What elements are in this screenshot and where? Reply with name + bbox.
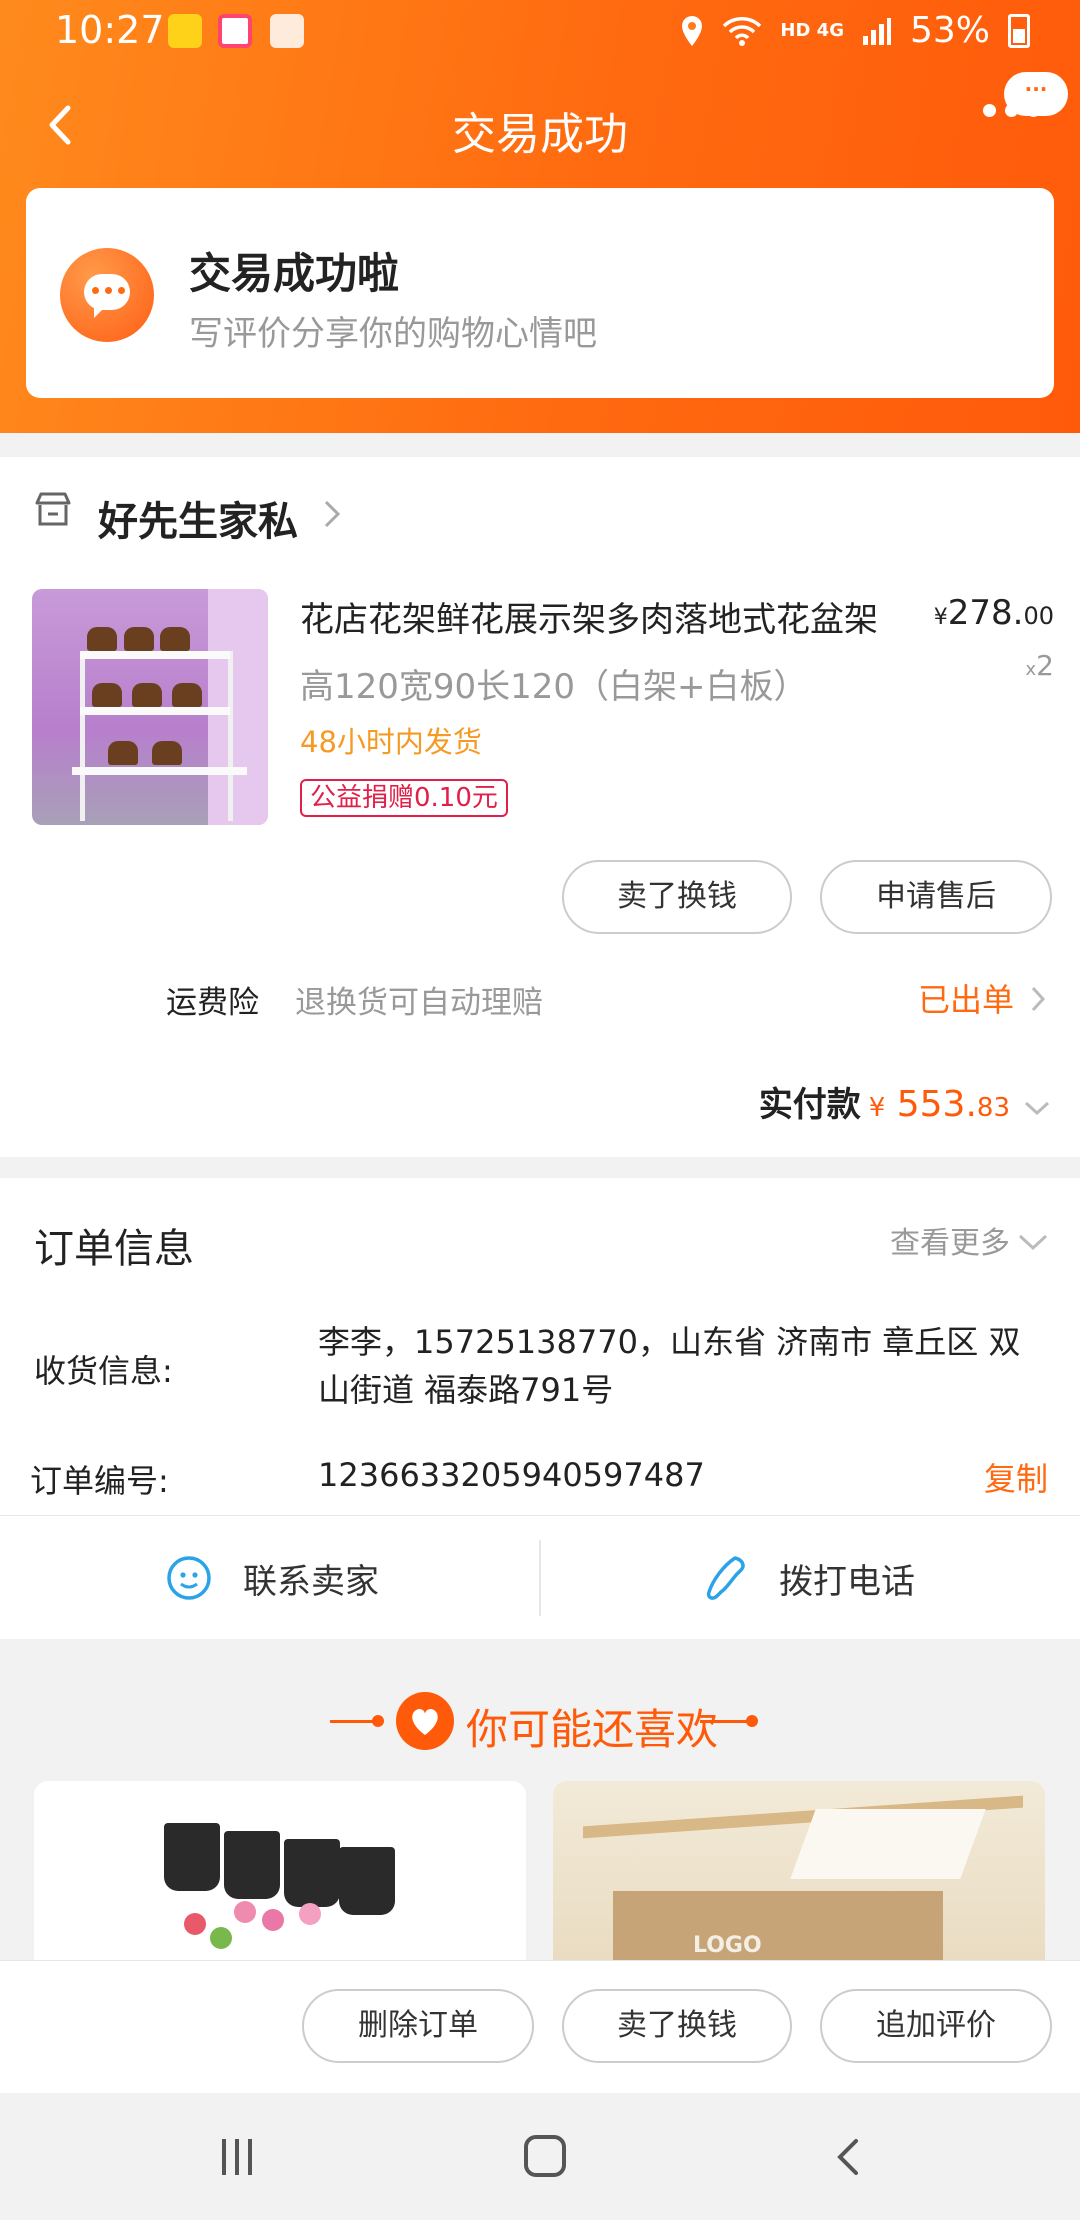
chat-bubble-icon bbox=[60, 248, 154, 342]
after-sale-button[interactable]: 申请售后 bbox=[820, 860, 1052, 934]
chevron-down-icon[interactable] bbox=[1018, 1233, 1048, 1251]
divider bbox=[539, 1540, 541, 1616]
signal-icon bbox=[862, 17, 891, 45]
system-nav-bar bbox=[0, 2093, 1080, 2220]
paid-total-row[interactable]: 实付款 ¥ 553.83 bbox=[759, 1077, 1050, 1126]
chevron-right-icon[interactable] bbox=[323, 499, 341, 529]
status-time: 10:27 bbox=[55, 8, 165, 52]
network-label: HD 4G bbox=[780, 20, 844, 41]
product-spec: 高120宽90长120（白架+白板） bbox=[300, 667, 808, 707]
receiver-info: 李李，15725138770，山东省 济南市 章丘区 双山街道 福泰路791号 bbox=[318, 1323, 1021, 1409]
store-name[interactable]: 好先生家私 bbox=[98, 489, 298, 547]
insurance-desc: 退换货可自动理赔 bbox=[295, 985, 543, 1021]
delete-order-button[interactable]: 删除订单 bbox=[302, 1989, 534, 2063]
contact-bar: 联系卖家 拨打电话 bbox=[0, 1515, 1080, 1639]
success-card[interactable]: 交易成功啦 写评价分享你的购物心情吧 bbox=[26, 188, 1054, 398]
battery-icon bbox=[1008, 13, 1030, 48]
product-quantity: x2 bbox=[1025, 649, 1054, 682]
receiver-label: 收货信息: bbox=[34, 1352, 173, 1390]
sell-for-cash-button[interactable]: 卖了换钱 bbox=[562, 860, 792, 934]
chevron-right-icon[interactable] bbox=[1030, 985, 1046, 1013]
shipping-promise: 48小时内发货 bbox=[300, 725, 482, 759]
contact-seller-label: 联系卖家 bbox=[243, 1561, 379, 1602]
smiley-chat-icon bbox=[167, 1556, 211, 1600]
add-review-button[interactable]: 追加评价 bbox=[820, 1989, 1052, 2063]
product-price: ¥278.00 bbox=[933, 593, 1054, 633]
recommend-card[interactable]: LOGO bbox=[553, 1781, 1045, 1961]
location-icon bbox=[682, 15, 703, 46]
app-notification-icon bbox=[218, 14, 252, 48]
card-logo-text: LOGO bbox=[693, 1933, 762, 1958]
app-notification-icon bbox=[168, 14, 202, 48]
checkbox-notification-icon bbox=[270, 14, 304, 48]
recommend-header: 你可能还喜欢 bbox=[0, 1690, 1080, 1754]
page-title: 交易成功 bbox=[452, 109, 628, 160]
sell-for-cash-button[interactable]: 卖了换钱 bbox=[562, 1989, 792, 2063]
charity-badge: 公益捐赠0.10元 bbox=[300, 779, 508, 817]
call-phone-button[interactable]: 拨打电话 bbox=[705, 1516, 915, 1640]
paid-amount: ¥ 553.83 bbox=[868, 1084, 1010, 1125]
order-number: 1236633205940597487 bbox=[318, 1456, 705, 1494]
order-info-title: 订单信息 bbox=[34, 1226, 194, 1272]
wifi-icon bbox=[723, 16, 762, 46]
order-number-label: 订单编号: bbox=[30, 1462, 169, 1500]
more-menu-icon[interactable] bbox=[983, 104, 1040, 117]
view-more-link[interactable]: 查看更多 bbox=[890, 1218, 1010, 1262]
product-image[interactable] bbox=[32, 589, 268, 825]
order-info-card: 订单信息 查看更多 收货信息: 李李，15725138770，山东省 济南市 章… bbox=[0, 1178, 1080, 1515]
product-title[interactable]: 花店花架鲜花展示架多肉落地式花盆架 bbox=[300, 592, 920, 641]
contact-seller-button[interactable]: 联系卖家 bbox=[165, 1516, 379, 1640]
insurance-status[interactable]: 已出单 bbox=[918, 975, 1014, 1021]
status-bar: 10:27 HD 4G 53% bbox=[0, 0, 1080, 64]
battery-percent: 53% bbox=[909, 10, 990, 51]
call-phone-label: 拨打电话 bbox=[779, 1561, 915, 1602]
success-title: 交易成功啦 bbox=[189, 249, 400, 298]
recent-apps-icon[interactable] bbox=[222, 2139, 252, 2175]
paid-label: 实付款 bbox=[758, 1085, 861, 1125]
home-icon[interactable] bbox=[524, 2135, 566, 2177]
recommend-title: 你可能还喜欢 bbox=[466, 1705, 719, 1754]
status-indicators: HD 4G 53% bbox=[680, 10, 1030, 51]
order-card: 好先生家私 花店花架鲜花展示架多肉落地式花盆架 ¥278.00 x2 高120宽… bbox=[0, 457, 1080, 1157]
heart-icon bbox=[396, 1692, 454, 1750]
copy-button[interactable]: 复制 bbox=[984, 1454, 1048, 1500]
store-icon bbox=[35, 492, 71, 526]
chevron-down-icon[interactable] bbox=[1024, 1100, 1050, 1116]
phone-icon bbox=[706, 1556, 745, 1600]
success-subtitle: 写评价分享你的购物心情吧 bbox=[189, 314, 597, 354]
bottom-action-bar: 删除订单 卖了换钱 追加评价 bbox=[0, 1960, 1080, 2093]
recommend-card[interactable] bbox=[34, 1781, 526, 1961]
system-back-icon[interactable] bbox=[832, 2137, 862, 2177]
insurance-label: 运费险 bbox=[166, 985, 259, 1021]
